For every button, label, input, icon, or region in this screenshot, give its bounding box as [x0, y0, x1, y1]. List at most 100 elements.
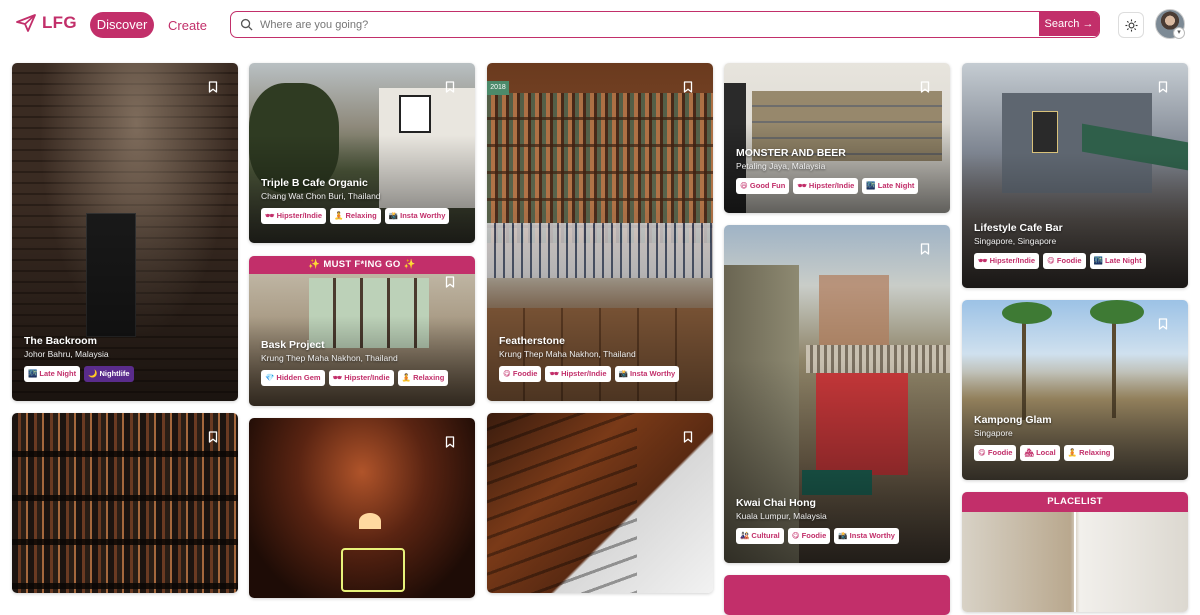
tag[interactable]: 🏘 Local: [1020, 445, 1060, 461]
tag[interactable]: 😋 Foodie: [499, 366, 542, 382]
tag-list: 💎 Hidden Gem 🕶 Hipster/Indie 🧘 Relaxing: [261, 370, 449, 386]
arrow-right-icon: →: [1082, 18, 1094, 30]
bookmark-icon[interactable]: [920, 81, 930, 93]
tag[interactable]: 🕶 Hipster/Indie: [328, 370, 394, 386]
bookmark-icon[interactable]: [920, 243, 930, 255]
place-card[interactable]: [12, 413, 238, 593]
card-location: Petaling Jaya, Malaysia: [736, 161, 826, 171]
search-button-label: Search: [1044, 18, 1080, 30]
card-title: The Backroom: [24, 335, 97, 347]
top-bar: LFG Discover Create Search → ▾: [0, 0, 1200, 50]
search-bar: Search →: [230, 11, 1100, 38]
place-card[interactable]: Kampong Glam Singapore 😋 Foodie 🏘 Local …: [962, 300, 1188, 480]
card-photo: [1032, 111, 1058, 153]
logo-text: LFG: [42, 13, 77, 32]
nav-discover[interactable]: Discover: [90, 12, 154, 38]
place-card[interactable]: Triple B Cafe Organic Chang Wat Chon Bur…: [249, 63, 475, 243]
place-card[interactable]: The Backroom Johor Bahru, Malaysia 🌃 Lat…: [12, 63, 238, 401]
tag[interactable]: 🌃 Late Night: [24, 366, 81, 382]
card-title: Bask Project: [261, 339, 325, 351]
bookmark-icon[interactable]: [1158, 81, 1168, 93]
tag[interactable]: 💎 Hidden Gem: [261, 370, 325, 386]
logo[interactable]: LFG: [16, 13, 77, 33]
place-card[interactable]: [724, 575, 950, 615]
tag[interactable]: 🎎 Cultural: [736, 528, 784, 544]
tag[interactable]: 😋 Foodie: [787, 528, 831, 544]
tag[interactable]: 📸 Insta Worthy: [384, 208, 450, 224]
tag-list: 🕶 Hipster/Indie 😋 Foodie 🌃 Late Night: [974, 253, 1146, 269]
card-overlay: [249, 135, 475, 243]
search-input[interactable]: [258, 12, 1042, 37]
bookmark-icon[interactable]: [445, 436, 455, 448]
tag[interactable]: 🕶 Hipster/Indie: [261, 208, 327, 224]
card-overlay: [962, 372, 1188, 480]
card-location: Krung Thep Maha Nakhon, Thailand: [499, 349, 636, 359]
card-title: Lifestyle Cafe Bar: [974, 222, 1063, 234]
tag[interactable]: 📸 Insta Worthy: [614, 366, 680, 382]
card-photo: [487, 413, 637, 593]
tag[interactable]: 😋 Foodie: [974, 445, 1017, 461]
card-location: Kuala Lumpur, Malaysia: [736, 511, 827, 521]
year-badge: 2018: [487, 81, 509, 95]
card-title: Featherstone: [499, 335, 565, 347]
tag[interactable]: 😄 Good Fun: [736, 178, 790, 194]
tag[interactable]: 🧘 Relaxing: [397, 370, 449, 386]
card-title: Triple B Cafe Organic: [261, 177, 368, 189]
tag-list: 😋 Foodie 🕶 Hipster/Indie 📸 Insta Worthy: [499, 366, 680, 382]
chevron-down-icon[interactable]: ▾: [1173, 27, 1185, 39]
tag-list: 🎎 Cultural 😋 Foodie 📸 Insta Worthy: [736, 528, 899, 544]
card-photo: [1002, 302, 1052, 324]
tag-list: 😄 Good Fun 🕶 Hipster/Indie 🌃 Late Night: [736, 178, 919, 194]
place-card[interactable]: Kwai Chai Hong Kuala Lumpur, Malaysia 🎎 …: [724, 225, 950, 563]
tag-list: 😋 Foodie 🏘 Local 🧘 Relaxing: [974, 445, 1115, 461]
placelist-banner: PLACELIST: [962, 492, 1188, 512]
promo-banner: ✨ MUST F*ING GO ✨: [249, 256, 475, 274]
place-card[interactable]: 2018 Featherstone Krung Thep Maha Nakhon…: [487, 63, 713, 401]
tag[interactable]: 🕶 Hipster/Indie: [974, 253, 1040, 269]
bookmark-icon[interactable]: [445, 276, 455, 288]
card-title: Kampong Glam: [974, 414, 1052, 426]
tag[interactable]: 🧘 Relaxing: [330, 208, 381, 224]
lamp: [359, 513, 381, 529]
tag-list: 🕶 Hipster/Indie 🧘 Relaxing 📸 Insta Worth…: [261, 208, 450, 224]
place-card[interactable]: MONSTER AND BEER Petaling Jaya, Malaysia…: [724, 63, 950, 213]
tag[interactable]: 🕶 Hipster/Indie: [793, 178, 859, 194]
card-location: Singapore: [974, 428, 1013, 438]
card-location: Krung Thep Maha Nakhon, Thailand: [261, 353, 398, 363]
theme-toggle-button[interactable]: [1118, 12, 1144, 38]
card-photo: [1090, 300, 1144, 324]
card-location: Chang Wat Chon Buri, Thailand: [261, 191, 381, 201]
search-icon: [240, 18, 253, 31]
tag[interactable]: 🌙 Nightlife: [84, 366, 134, 382]
tag[interactable]: 🌃 Late Night: [1089, 253, 1146, 269]
tag-list: 🌃 Late Night 🌙 Nightlife: [24, 366, 134, 382]
tag[interactable]: 📸 Insta Worthy: [834, 528, 899, 544]
neon-sign: [341, 548, 405, 592]
nav-create[interactable]: Create: [168, 18, 207, 33]
card-photo: [12, 413, 238, 593]
card-title: Kwai Chai Hong: [736, 497, 816, 509]
card-photo: [399, 95, 431, 133]
sun-icon: [1125, 19, 1138, 32]
place-card[interactable]: [487, 413, 713, 593]
tag[interactable]: 🌃 Late Night: [862, 178, 919, 194]
bookmark-icon[interactable]: [208, 81, 218, 93]
place-card[interactable]: [249, 418, 475, 598]
tag[interactable]: 🕶 Hipster/Indie: [545, 366, 611, 382]
bookmark-icon[interactable]: [208, 431, 218, 443]
bookmark-icon[interactable]: [683, 431, 693, 443]
place-card[interactable]: Lifestyle Cafe Bar Singapore, Singapore …: [962, 63, 1188, 288]
search-button[interactable]: Search →: [1039, 12, 1099, 36]
paper-plane-icon: [16, 14, 36, 32]
tag[interactable]: 🧘 Relaxing: [1063, 445, 1115, 461]
card-location: Johor Bahru, Malaysia: [24, 349, 109, 359]
tag[interactable]: 😋 Foodie: [1043, 253, 1086, 269]
placelist-card[interactable]: PLACELIST: [962, 492, 1188, 612]
bookmark-icon[interactable]: [1158, 318, 1168, 330]
bookmark-icon[interactable]: [445, 81, 455, 93]
card-location: Singapore, Singapore: [974, 236, 1057, 246]
card-title: MONSTER AND BEER: [736, 147, 846, 159]
bookmark-icon[interactable]: [683, 81, 693, 93]
place-card[interactable]: ✨ MUST F*ING GO ✨ Bask Project Krung The…: [249, 256, 475, 406]
card-photo: [1074, 512, 1076, 612]
